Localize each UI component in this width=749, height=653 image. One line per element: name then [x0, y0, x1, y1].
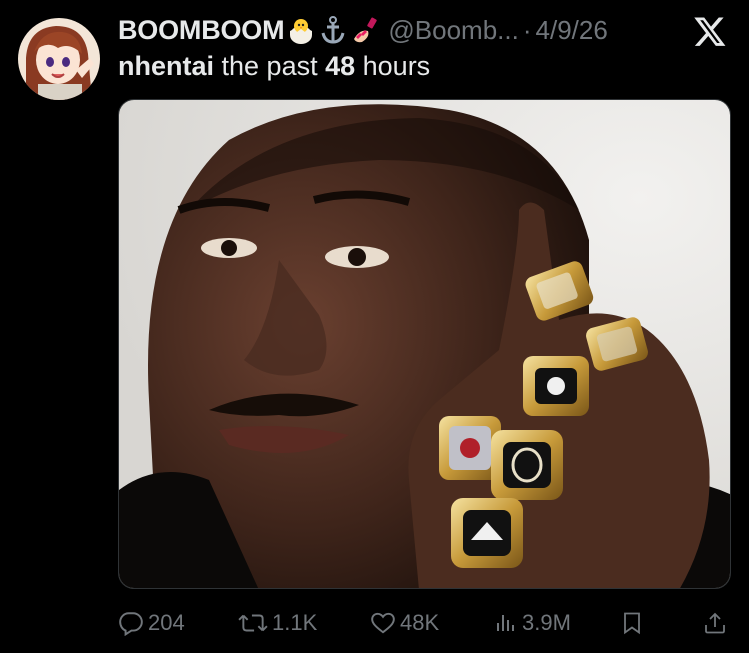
- display-name[interactable]: BOOMBOOM: [118, 15, 285, 46]
- share-icon: [705, 612, 725, 634]
- tweet-text-end: hours: [355, 51, 431, 81]
- like-button[interactable]: 48K: [370, 606, 439, 640]
- views-button[interactable]: 3.9M: [494, 606, 571, 640]
- anchor-emoji: [318, 15, 348, 45]
- like-count: 48K: [400, 610, 440, 635]
- nail-polish-emoji: [350, 15, 380, 45]
- tweet-text-bold-word: nhentai: [118, 51, 215, 81]
- tweet-date[interactable]: 4/9/26: [536, 15, 608, 46]
- handle[interactable]: @Boomb...: [388, 15, 518, 46]
- tweet-text-middle: the past: [214, 51, 326, 81]
- share-button[interactable]: [703, 606, 731, 640]
- retweet-icon: [238, 614, 268, 632]
- tweet-media-image[interactable]: [118, 99, 731, 589]
- tweet-text: nhentai the past 48 hours: [118, 51, 430, 82]
- reply-button[interactable]: 204: [118, 606, 185, 640]
- hatching-chick-emoji: [286, 15, 316, 45]
- views-count: 3.9M: [522, 610, 571, 635]
- bookmark-button[interactable]: [620, 606, 648, 640]
- separator-dot: ·: [522, 14, 532, 45]
- tweet-header: BOOMBOOM @Boomb... · 4/9/26: [118, 12, 749, 48]
- tweet-action-bar: 204 1.1K 48K 3.9M: [118, 606, 731, 640]
- reply-count: 204: [148, 610, 185, 635]
- x-logo-icon[interactable]: [693, 14, 727, 48]
- heart-icon: [371, 612, 395, 634]
- reply-icon: [119, 612, 143, 636]
- tweet-text-bold-number: 48: [325, 51, 356, 81]
- retweet-count: 1.1K: [272, 610, 318, 635]
- tweet: BOOMBOOM @Boomb... · 4/9/26 nhentai the …: [0, 0, 749, 653]
- views-chart-icon: [497, 615, 514, 631]
- bookmark-icon: [624, 612, 640, 635]
- avatar[interactable]: [18, 18, 100, 100]
- retweet-button[interactable]: 1.1K: [238, 606, 317, 640]
